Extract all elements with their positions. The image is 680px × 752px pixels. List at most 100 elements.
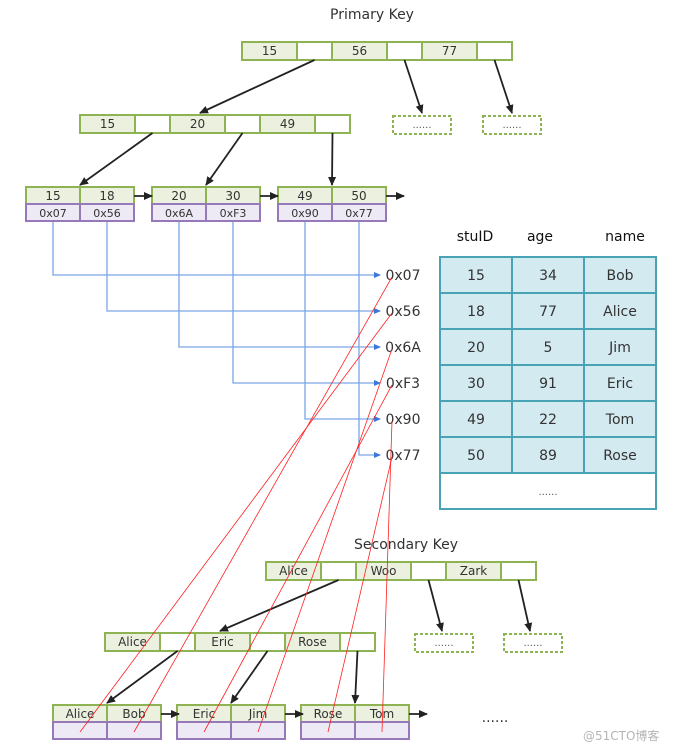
mapping-line — [327, 456, 393, 733]
secondary-ellipsis-node-1-label: ...... — [434, 638, 453, 649]
secondary-level2-arrow-2 — [230, 650, 269, 704]
primary-level2-pointer-cell — [134, 114, 171, 134]
secondary-level2-key-label: Eric — [211, 635, 233, 649]
primary-key-title: Primary Key — [330, 7, 414, 23]
primary-root-key-label: 77 — [442, 44, 457, 58]
primary-leaf-key-label: 30 — [225, 189, 240, 203]
secondary-root-pointer-cell — [500, 561, 537, 581]
primary-level2-pointer-cell — [314, 114, 351, 134]
primary-leaf-key-label: 18 — [99, 189, 114, 203]
primary-leaf-key-label: 15 — [45, 189, 60, 203]
primary-level2-arrow-2 — [205, 132, 244, 186]
table-cell-value: Eric — [607, 376, 633, 392]
secondary-key-title: Secondary Key — [354, 537, 458, 553]
table-cell-value: 5 — [544, 340, 553, 356]
table-cell-value: 15 — [467, 268, 485, 284]
secondary-leaf-addr-cell — [176, 721, 232, 740]
data-table: stuID age name 15 34 Bob 18 77 Alice 20 5 Jim 30 91 Er… — [439, 229, 657, 510]
table-cell-value: 22 — [539, 412, 557, 428]
primary-root-arrow-2 — [403, 59, 424, 114]
table-cell-value: Jim — [608, 340, 631, 356]
secondary-root-pointer-cell — [320, 561, 357, 581]
table-cell-value: 91 — [539, 376, 557, 392]
primary-level2-key-label: 49 — [280, 117, 295, 131]
b-plus-tree-diagram: Primary Key Secondary Key 0x07 0x56 0x6A 0x… — [25, 7, 659, 743]
pointer-label: 0x56 — [385, 304, 420, 320]
mapping-line — [79, 312, 393, 733]
pointer-lines: 0x070x560x6A0xF30x900x77 — [52, 221, 421, 464]
secondary-leaf-key-label: Bob — [122, 707, 145, 721]
table-cell-value: 34 — [539, 268, 557, 284]
secondary-trailing-ellipsis: ...... — [482, 710, 509, 726]
secondary-leaf-addr-cell — [106, 721, 162, 740]
primary-leaf-key-label: 49 — [297, 189, 312, 203]
table-cell-value: Alice — [603, 304, 637, 320]
secondary-leaf-addr-cell — [230, 721, 286, 740]
primary-ellipsis-node-1-label: ...... — [412, 120, 431, 131]
primary-ellipsis-node-2-label: ...... — [502, 120, 521, 131]
table-cell-value: Bob — [606, 268, 633, 284]
primary-leaf-addr-label: 0x07 — [39, 207, 67, 220]
pointer-label: 0x90 — [385, 412, 420, 428]
primary-root-key-label: 15 — [262, 44, 277, 58]
table-cell-value: 77 — [539, 304, 557, 320]
table-cell-value: 49 — [467, 412, 485, 428]
secondary-root-arrow-2 — [427, 579, 444, 632]
primary-level2-arrow-1 — [79, 132, 154, 186]
primary-root-pointer-cell — [476, 41, 513, 61]
secondary-root-key-label: Zark — [460, 564, 488, 578]
primary-level2-key-label: 15 — [100, 117, 115, 131]
secondary-level2-pointer-cell — [159, 632, 196, 652]
primary-level2-pointer-cell — [224, 114, 261, 134]
primary-leaf-key-label: 50 — [351, 189, 366, 203]
secondary-level2-arrow-3 — [351, 650, 360, 704]
secondary-ellipsis-node-2-label: ...... — [523, 638, 542, 649]
secondary-leaf-addr-cell — [52, 721, 108, 740]
table-more-label: ...... — [538, 487, 557, 498]
secondary-leaf-key-label: Eric — [193, 707, 215, 721]
mapping-line — [133, 276, 393, 733]
primary-level2-arrow-3 — [328, 132, 337, 186]
table-column-header: stuID — [457, 229, 494, 245]
primary-leaf-addr-label: 0xF3 — [220, 207, 247, 220]
table-cell-value: 50 — [467, 448, 485, 464]
secondary-level2-key-label: Rose — [298, 635, 327, 649]
secondary-leaf-key-label: Rose — [314, 707, 343, 721]
secondary-level2-arrow-1 — [106, 650, 179, 704]
secondary-root-arrow-1 — [219, 579, 339, 632]
table-cell-value: 30 — [467, 376, 485, 392]
secondary-root-arrow-3 — [517, 579, 533, 632]
pointer-line — [52, 221, 381, 278]
primary-leaf-addr-label: 0x90 — [291, 207, 319, 220]
table-cell-value: 18 — [467, 304, 485, 320]
secondary-leaf-key-label: Tom — [369, 707, 394, 721]
watermark: @51CTO博客 — [583, 728, 659, 743]
pointer-label: 0x07 — [385, 268, 420, 284]
table-cell-value: 89 — [539, 448, 557, 464]
secondary-root-pointer-cell — [410, 561, 447, 581]
table-cell-value: 20 — [467, 340, 485, 356]
pointer-line — [358, 221, 381, 458]
table-column-header: name — [605, 229, 645, 245]
secondary-level2-key-label: Alice — [118, 635, 147, 649]
table-column-header: age — [527, 229, 553, 245]
primary-leaf-key-label: 20 — [171, 189, 186, 203]
table-cell-value: Rose — [603, 448, 637, 464]
pointer-line — [178, 221, 381, 350]
primary-root-arrow-1 — [199, 59, 315, 114]
table-cell-value: Tom — [605, 412, 634, 428]
pointer-line — [106, 221, 381, 314]
pointer-line — [304, 221, 381, 422]
primary-root-key-label: 56 — [352, 44, 367, 58]
secondary-level2-pointer-cell — [339, 632, 376, 652]
secondary-mapping-lines — [79, 276, 393, 733]
primary-leaf-addr-label: 0x56 — [93, 207, 121, 220]
primary-leaf-addr-label: 0x6A — [165, 207, 194, 220]
primary-leaf-addr-label: 0x77 — [345, 207, 373, 220]
secondary-level2-pointer-cell — [249, 632, 286, 652]
primary-root-pointer-cell — [386, 41, 423, 61]
primary-root-arrow-3 — [493, 59, 514, 114]
primary-level2-key-label: 20 — [190, 117, 205, 131]
primary-root-pointer-cell — [296, 41, 333, 61]
pointer-label: 0xF3 — [386, 376, 420, 392]
